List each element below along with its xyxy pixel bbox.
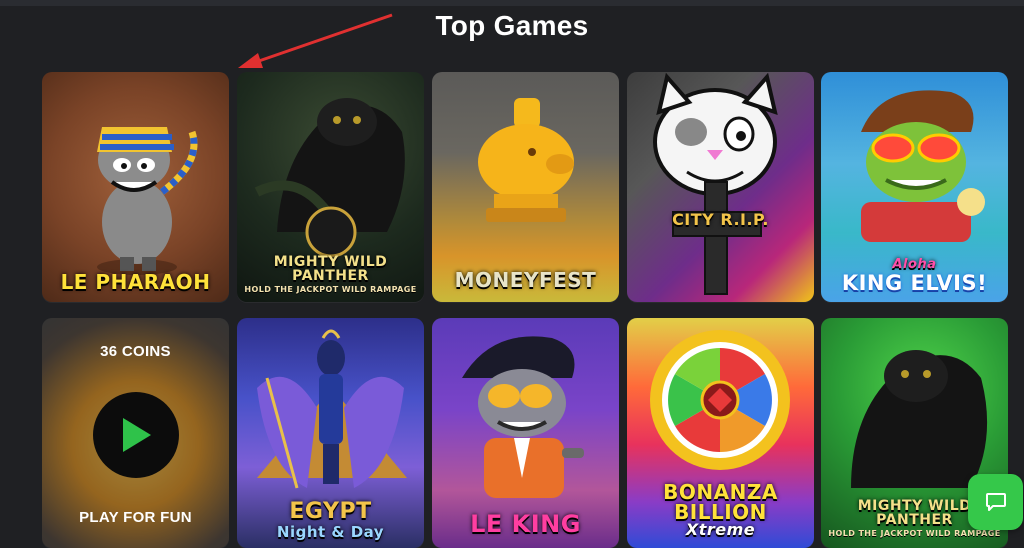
game-logo: LE KING bbox=[432, 512, 619, 536]
game-title-top: Aloha bbox=[892, 257, 937, 272]
game-card-moneyfest[interactable]: MONEYFEST bbox=[432, 72, 619, 302]
game-title: LE PHARAOH bbox=[60, 270, 211, 294]
play-for-fun-label[interactable]: PLAY FOR FUN bbox=[42, 509, 229, 526]
game-logo: MIGHTY WILD PANTHER HOLD THE JACKPOT WIL… bbox=[237, 255, 424, 294]
game-title: BONANZA bbox=[663, 480, 778, 504]
game-title: MONEYFEST bbox=[454, 268, 597, 292]
game-card-le-king[interactable]: LE KING bbox=[432, 318, 619, 548]
game-logo: Aloha KING ELVIS! bbox=[821, 258, 1008, 294]
chat-button[interactable] bbox=[968, 474, 1023, 530]
game-title: MIGHTY WILD PANTHER bbox=[857, 498, 972, 528]
game-title: MIGHTY WILD PANTHER bbox=[273, 254, 388, 284]
game-card-aloha-king-elvis[interactable]: Aloha KING ELVIS! bbox=[821, 72, 1008, 302]
game-title: LE KING bbox=[470, 510, 581, 538]
game-title: KING ELVIS! bbox=[841, 271, 988, 295]
game-card-le-pharaoh[interactable]: LE PHARAOH bbox=[42, 72, 229, 302]
game-title-2: BILLION bbox=[674, 500, 767, 524]
game-subtitle: HOLD THE JACKPOT WILD RAMPAGE bbox=[244, 285, 417, 294]
game-logo: MONEYFEST bbox=[432, 270, 619, 290]
play-icon bbox=[123, 418, 151, 452]
coins-label: 36 COINS bbox=[100, 343, 171, 360]
game-title-bottom: Night & Day bbox=[276, 523, 385, 541]
game-title: EGYPT bbox=[289, 499, 372, 524]
cat-cross-art bbox=[653, 72, 778, 295]
game-card-mighty-wild-panther[interactable]: MIGHTY WILD PANTHER HOLD THE JACKPOT WIL… bbox=[237, 72, 424, 302]
game-logo: CITY R.I.P. bbox=[627, 212, 814, 228]
game-title-3: Xtreme bbox=[685, 520, 756, 539]
top-divider bbox=[0, 0, 1024, 6]
section-title: Top Games bbox=[435, 10, 589, 41]
game-subtitle: HOLD THE JACKPOT WILD RAMPAGE bbox=[828, 529, 1001, 538]
chat-bubble-icon bbox=[985, 493, 1006, 511]
game-title: CITY R.I.P. bbox=[672, 210, 769, 229]
game-card-egypt-night-day[interactable]: EGYPT Night & Day bbox=[237, 318, 424, 548]
play-button[interactable] bbox=[93, 392, 179, 478]
game-logo: LE PHARAOH bbox=[42, 272, 229, 292]
game-logo: BONANZA BILLION Xtreme bbox=[627, 482, 814, 538]
raccoon-pharaoh-art bbox=[97, 127, 198, 275]
game-card-bonanza-billion-xtreme[interactable]: BONANZA BILLION Xtreme bbox=[627, 318, 814, 548]
game-logo: EGYPT Night & Day bbox=[237, 501, 424, 540]
game-card-city-rip[interactable]: CITY R.I.P. bbox=[627, 72, 814, 302]
